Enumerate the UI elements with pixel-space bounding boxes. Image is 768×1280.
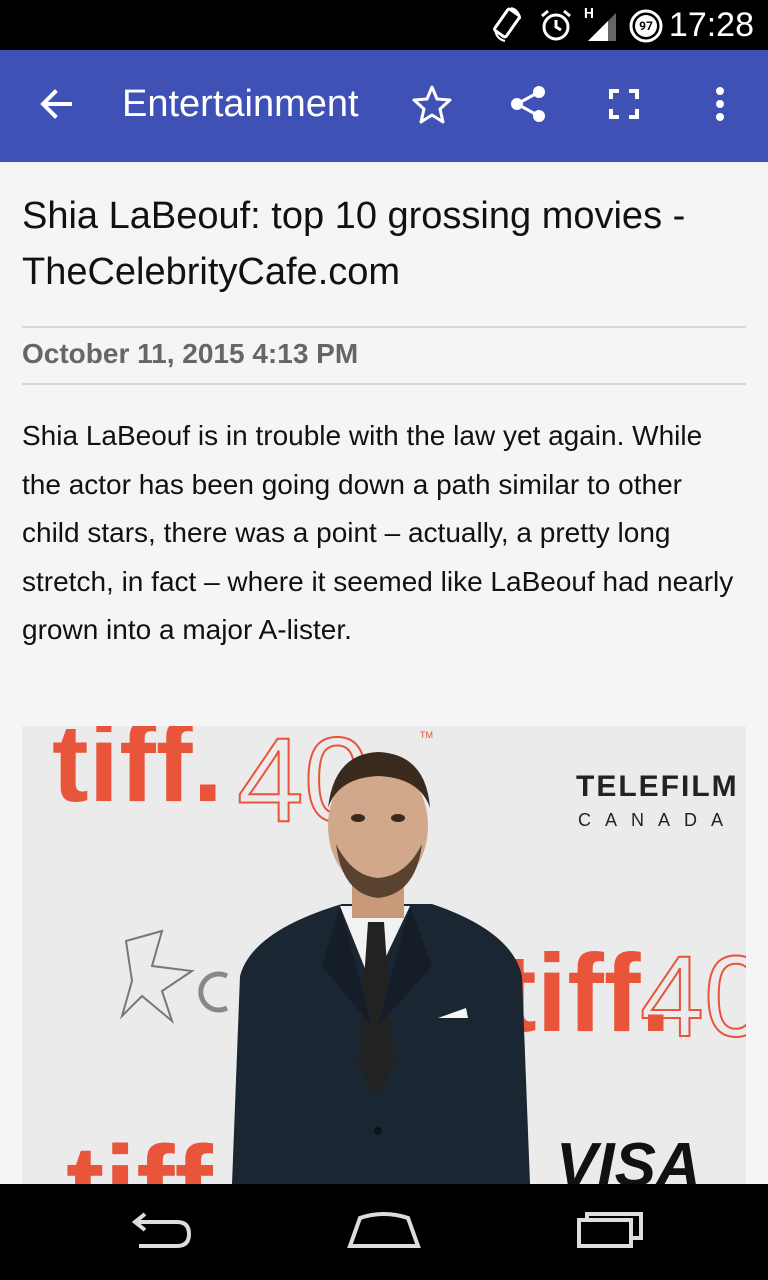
divider-bottom bbox=[22, 383, 746, 385]
recents-nav-icon bbox=[575, 1210, 645, 1254]
back-nav-icon bbox=[125, 1210, 195, 1254]
star-icon bbox=[412, 84, 452, 128]
app-bar-title: Entertainment bbox=[122, 83, 359, 125]
favorite-button[interactable] bbox=[406, 80, 458, 132]
backdrop-visa: VISA bbox=[556, 1131, 701, 1184]
battery-level-text: 97 bbox=[639, 19, 653, 33]
photo-illustration: tiff. 40 TM TELEFILM CANADA tiff. 40 VIS… bbox=[22, 726, 746, 1184]
alarm-clock-icon bbox=[538, 7, 574, 47]
divider-top bbox=[22, 326, 746, 328]
backdrop-tiff-left: tiff. bbox=[52, 726, 223, 825]
article-content[interactable]: Shia LaBeouf: top 10 grossing movies - T… bbox=[0, 162, 768, 1184]
share-icon bbox=[508, 84, 548, 128]
navigation-bar bbox=[0, 1184, 768, 1280]
nav-back-button[interactable] bbox=[110, 1202, 210, 1262]
article-date: October 11, 2015 4:13 PM bbox=[22, 338, 359, 369]
status-time: 17:28 bbox=[668, 6, 754, 44]
overflow-menu-icon bbox=[714, 86, 726, 126]
backdrop-forty-right: 40 bbox=[640, 933, 746, 1061]
home-nav-icon bbox=[346, 1210, 422, 1254]
app-bar: Entertainment bbox=[0, 50, 768, 162]
overflow-menu-button[interactable] bbox=[694, 80, 746, 132]
backdrop-telefilm: TELEFILM bbox=[576, 770, 739, 803]
fullscreen-icon bbox=[608, 88, 640, 124]
backdrop-tm: TM bbox=[420, 730, 433, 740]
backdrop-canada: CANADA bbox=[578, 810, 737, 830]
nav-home-button[interactable] bbox=[334, 1202, 434, 1262]
back-arrow-icon bbox=[38, 86, 74, 126]
fullscreen-button[interactable] bbox=[598, 80, 650, 132]
share-button[interactable] bbox=[502, 80, 554, 132]
article-headline: Shia LaBeouf: top 10 grossing movies - T… bbox=[22, 195, 686, 293]
backdrop-tiff-bottom: tiff bbox=[66, 1123, 214, 1184]
status-bar: H 97 17:28 bbox=[0, 0, 768, 50]
article-body: Shia LaBeouf is in trouble with the law … bbox=[22, 420, 734, 645]
back-button[interactable] bbox=[30, 80, 82, 132]
article-photo[interactable]: tiff. 40 TM TELEFILM CANADA tiff. 40 VIS… bbox=[22, 726, 746, 1184]
network-type-label: H bbox=[584, 6, 594, 22]
nav-recents-button[interactable] bbox=[560, 1202, 660, 1262]
screen-rotation-icon bbox=[492, 7, 524, 47]
